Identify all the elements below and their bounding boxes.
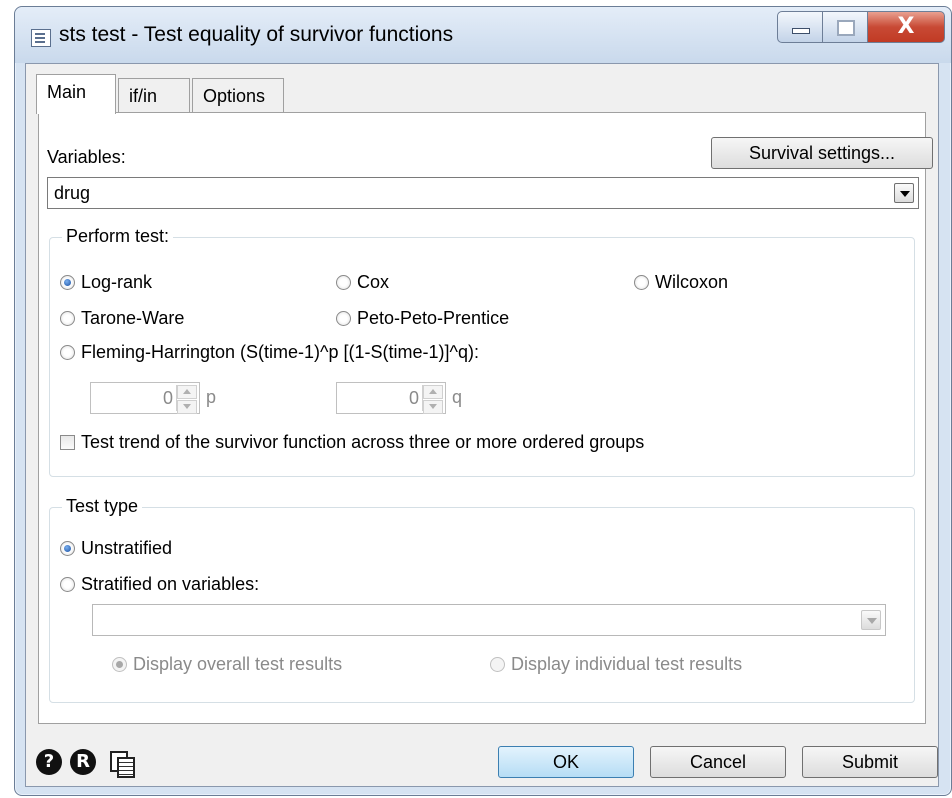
dropdown-arrow-icon[interactable]	[894, 183, 914, 203]
radio-cox[interactable]: Cox	[336, 272, 389, 293]
tab-if-in[interactable]: if/in	[118, 78, 190, 112]
checkbox-icon	[60, 435, 75, 450]
radio-icon	[60, 345, 75, 360]
radio-display-individual-label: Display individual test results	[511, 654, 743, 674]
main-panel: Variables: Survival settings... drug Per…	[38, 112, 933, 724]
dialog-client: Main if/in Options Variables: Survival s…	[25, 63, 939, 787]
dialog-icon	[31, 29, 51, 47]
window-controls: X	[777, 11, 945, 45]
spinner-arrows-icon[interactable]	[176, 385, 197, 414]
radio-cox-label: Cox	[357, 272, 390, 292]
minimize-button[interactable]	[777, 11, 823, 43]
maximize-icon	[837, 20, 855, 36]
radio-display-individual[interactable]: Display individual test results	[490, 654, 742, 675]
radio-icon	[634, 275, 649, 290]
radio-selected-icon	[60, 275, 75, 290]
perform-test-title: Perform test:	[62, 226, 174, 247]
q-value: 0	[408, 388, 419, 408]
close-button[interactable]: X	[867, 11, 945, 43]
radio-log-rank[interactable]: Log-rank	[60, 272, 152, 293]
radio-icon	[336, 311, 351, 326]
perform-test-group: Perform test: Log-rank Cox Wilcoxon Taro…	[49, 226, 915, 477]
test-type-group: Test type Unstratified Stratified on var…	[49, 496, 915, 703]
variables-combobox[interactable]: drug	[47, 177, 919, 209]
spinner-arrows-icon[interactable]	[422, 385, 443, 414]
tab-options[interactable]: Options	[192, 78, 284, 112]
maximize-button[interactable]	[822, 11, 868, 43]
radio-tarone-ware-label: Tarone-Ware	[81, 308, 185, 328]
radio-wilcoxon[interactable]: Wilcoxon	[634, 272, 728, 293]
trend-checkbox[interactable]: Test trend of the survivor function acro…	[60, 432, 644, 453]
tab-main[interactable]: Main	[36, 74, 116, 114]
copy-command-icon[interactable]	[108, 749, 135, 778]
p-spinner[interactable]: 0	[90, 382, 200, 414]
help-icon[interactable]: ?	[36, 749, 62, 775]
radio-display-overall[interactable]: Display overall test results	[112, 654, 342, 675]
radio-wilcoxon-label: Wilcoxon	[655, 272, 729, 292]
radio-display-overall-label: Display overall test results	[133, 654, 343, 674]
radio-log-rank-label: Log-rank	[81, 272, 153, 292]
reset-icon[interactable]: R	[70, 749, 96, 775]
radio-icon	[336, 275, 351, 290]
radio-peto-peto-prentice[interactable]: Peto-Peto-Prentice	[336, 308, 509, 329]
variables-label: Variables:	[47, 147, 126, 167]
dialog-window: sts test - Test equality of survivor fun…	[14, 6, 952, 796]
submit-button[interactable]: Submit	[802, 746, 938, 778]
q-label: q	[452, 387, 463, 407]
radio-stratified-label: Stratified on variables:	[81, 574, 260, 594]
dropdown-arrow-icon[interactable]	[861, 610, 881, 630]
radio-icon	[60, 577, 75, 592]
radio-fleming-label: Fleming-Harrington (S(time-1)^p [(1-S(ti…	[81, 342, 479, 362]
p-value: 0	[162, 388, 173, 408]
radio-unstratified[interactable]: Unstratified	[60, 538, 172, 559]
test-type-title: Test type	[62, 496, 143, 517]
p-label: p	[206, 387, 217, 407]
radio-unstratified-label: Unstratified	[81, 538, 173, 558]
variables-value: drug	[54, 183, 91, 203]
radio-icon	[490, 657, 505, 672]
cancel-button[interactable]: Cancel	[650, 746, 786, 778]
radio-peto-label: Peto-Peto-Prentice	[357, 308, 510, 328]
radio-selected-icon	[60, 541, 75, 556]
window-title: sts test - Test equality of survivor fun…	[59, 23, 454, 46]
trend-checkbox-label: Test trend of the survivor function acro…	[81, 432, 645, 452]
radio-icon	[60, 311, 75, 326]
survival-settings-button[interactable]: Survival settings...	[711, 137, 933, 169]
q-spinner[interactable]: 0	[336, 382, 446, 414]
radio-tarone-ware[interactable]: Tarone-Ware	[60, 308, 184, 329]
minimize-icon	[792, 28, 810, 34]
title-bar[interactable]: sts test - Test equality of survivor fun…	[15, 7, 951, 63]
ok-button[interactable]: OK	[498, 746, 634, 778]
radio-selected-icon	[112, 657, 127, 672]
radio-fleming-harrington[interactable]: Fleming-Harrington (S(time-1)^p [(1-S(ti…	[60, 342, 479, 363]
strata-variables-combobox[interactable]	[92, 604, 886, 636]
close-icon: X	[897, 14, 915, 39]
radio-stratified[interactable]: Stratified on variables:	[60, 574, 259, 595]
